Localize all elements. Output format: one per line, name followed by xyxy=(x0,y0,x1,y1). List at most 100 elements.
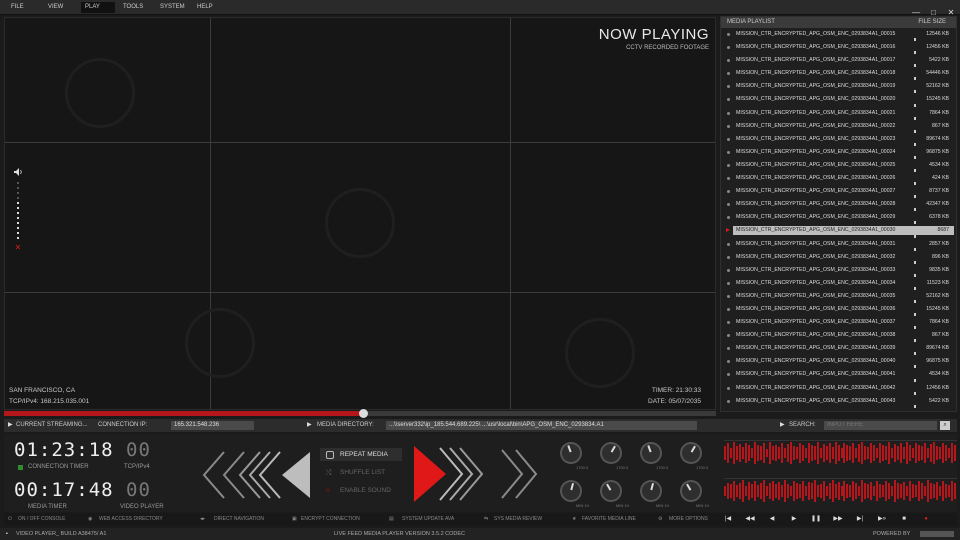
star-icon[interactable]: ★ xyxy=(572,513,576,526)
control-knob[interactable] xyxy=(595,437,627,469)
playlist-item[interactable]: MISSION_CTR_ENCRYPTED_APG_OSM_ENC_029383… xyxy=(721,120,956,133)
playlist-item[interactable]: MISSION_CTR_ENCRYPTED_APG_OSM_ENC_029383… xyxy=(721,93,956,107)
menu-play[interactable]: PLAY xyxy=(81,2,115,13)
menu-view[interactable]: VIEW xyxy=(44,2,67,13)
playlist-item[interactable]: MISSION_CTR_ENCRYPTED_APG_OSM_ENC_029383… xyxy=(721,342,956,356)
search-icon[interactable]: ⌕ xyxy=(940,421,950,430)
playlist-item[interactable]: MISSION_CTR_ENCRYPTED_APG_OSM_ENC_029383… xyxy=(721,303,956,317)
playlist-item[interactable]: MISSION_CTR_ENCRYPTED_APG_OSM_ENC_029383… xyxy=(721,146,956,159)
location-overlay: SAN FRANCISCO, CA TCP/IPv4: 168.215.035.… xyxy=(9,385,89,407)
play-button[interactable] xyxy=(412,444,562,504)
repeat-icon[interactable] xyxy=(326,451,334,459)
playlist-item[interactable]: MISSION_CTR_ENCRYPTED_APG_OSM_ENC_029383… xyxy=(721,159,956,173)
streaming-label: CURRENT STREAMING... xyxy=(16,422,88,428)
control-knob[interactable] xyxy=(595,475,627,507)
playlist-item[interactable]: MISSION_CTR_ENCRYPTED_APG_OSM_ENC_029383… xyxy=(721,107,956,120)
playlist-item[interactable]: MISSION_CTR_ENCRYPTED_APG_OSM_ENC_029383… xyxy=(721,185,956,199)
shuffle-list-option[interactable]: SHUFFLE LIST xyxy=(340,469,385,476)
playlist-item[interactable]: MISSION_CTR_ENCRYPTED_APG_OSM_ENC_029383… xyxy=(721,54,956,68)
directory-path-field[interactable]: ...\\server332\ip_185.544.689.225\ ...\u… xyxy=(386,421,697,430)
step-back-icon[interactable]: ◀ xyxy=(766,515,778,524)
fast-forward-icon[interactable]: ▶▶ xyxy=(832,515,844,524)
playlist-item[interactable]: MISSION_CTR_ENCRYPTED_APG_OSM_ENC_029383… xyxy=(721,264,956,277)
status-console[interactable]: ON / OFF CONSOLE xyxy=(18,513,66,526)
status-encrypt[interactable]: ENCRYPT CONNECTION xyxy=(301,513,360,526)
playlist-item[interactable]: MISSION_CTR_ENCRYPTED_APG_OSM_ENC_029383… xyxy=(721,368,956,382)
playlist-item-size: 12546 KB xyxy=(926,31,949,37)
playlist-item[interactable]: MISSION_CTR_ENCRYPTED_APG_OSM_ENC_029383… xyxy=(721,67,956,81)
fast-rewind-icon[interactable]: ◀◀ xyxy=(744,515,756,524)
status-review[interactable]: SYS MEDIA REVIEW xyxy=(494,513,542,526)
playlist-item[interactable]: MISSION_CTR_ENCRYPTED_APG_OSM_ENC_029383… xyxy=(721,198,956,212)
playlist-item[interactable]: MISSION_CTR_ENCRYPTED_APG_OSM_ENC_029383… xyxy=(721,172,956,186)
media-timer: 00:17:48 00 xyxy=(14,479,151,501)
skip-end-icon[interactable]: ▶| xyxy=(854,515,866,524)
waveform-bar xyxy=(873,445,876,461)
playlist-item[interactable]: MISSION_CTR_ENCRYPTED_APG_OSM_ENC_029383… xyxy=(721,133,956,146)
waveform-bar xyxy=(759,482,762,500)
playlist-rows: MISSION_CTR_ENCRYPTED_APG_OSM_ENC_029383… xyxy=(721,28,956,408)
seek-bar[interactable] xyxy=(4,409,716,418)
video-viewport[interactable]: NOW PLAYING CCTV RECORDED FOOTAGE ✕ SAN … xyxy=(4,17,716,410)
playlist-item[interactable]: MISSION_CTR_ENCRYPTED_APG_OSM_ENC_029383… xyxy=(721,80,956,94)
playlist-item[interactable]: MISSION_CTR_ENCRYPTED_APG_OSM_ENC_029383… xyxy=(721,277,956,290)
rewind-button[interactable] xyxy=(202,450,314,500)
playlist-item-size: 89674 KB xyxy=(926,345,949,352)
play-icon[interactable]: ▶ xyxy=(788,515,800,524)
control-knob[interactable] xyxy=(636,438,666,468)
status-update[interactable]: SYSTEM UPDATE AVA xyxy=(402,513,454,526)
record-icon[interactable]: ● xyxy=(920,515,932,524)
playlist-item-name: MISSION_CTR_ENCRYPTED_APG_OSM_ENC_029383… xyxy=(736,279,896,286)
playlist-item[interactable]: MISSION_CTR_ENCRYPTED_APG_OSM_ENC_029383… xyxy=(721,251,956,264)
enable-sound-option[interactable]: ENABLE SOUND xyxy=(340,487,391,494)
lock-icon[interactable]: ▣ xyxy=(292,513,297,526)
seek-handle[interactable] xyxy=(358,409,368,418)
connection-ip-field[interactable]: 165.321.548.236 xyxy=(171,421,254,430)
status-more-options[interactable]: MORE OPTIONS xyxy=(669,513,708,526)
waveform-bar xyxy=(879,483,882,499)
next-frame-icon[interactable]: ▶» xyxy=(876,515,888,524)
playlist-item[interactable]: MISSION_CTR_ENCRYPTED_APG_OSM_ENC_029383… xyxy=(721,224,956,238)
waveform-bar xyxy=(789,485,792,497)
menu-tools[interactable]: TOOLS xyxy=(119,2,147,13)
playlist-item[interactable]: MISSION_CTR_ENCRYPTED_APG_OSM_ENC_029383… xyxy=(721,329,956,343)
status-favorite[interactable]: FAVORITE MEDIA LINE xyxy=(582,513,636,526)
search-label: SEARCH: xyxy=(789,422,816,428)
control-knob[interactable] xyxy=(675,437,707,469)
review-icon[interactable]: ⇆ xyxy=(484,513,488,526)
search-input[interactable] xyxy=(824,421,937,430)
playlist-item-size: 5422 KB xyxy=(929,397,949,404)
sound-icon[interactable]: ◉ xyxy=(325,486,331,494)
playlist-item[interactable]: MISSION_CTR_ENCRYPTED_APG_OSM_ENC_029383… xyxy=(721,316,956,330)
waveform-bar xyxy=(831,447,834,459)
update-icon[interactable]: ▤ xyxy=(389,513,394,526)
playlist-item[interactable]: MISSION_CTR_ENCRYPTED_APG_OSM_ENC_029383… xyxy=(721,290,956,303)
options-icon[interactable]: ⚙ xyxy=(658,513,662,526)
playlist-item[interactable]: MISSION_CTR_ENCRYPTED_APG_OSM_ENC_029383… xyxy=(721,395,956,408)
mute-icon[interactable]: ✕ xyxy=(13,243,23,252)
waveform-bar xyxy=(891,448,894,458)
control-knob[interactable] xyxy=(637,477,665,505)
playlist-item[interactable]: MISSION_CTR_ENCRYPTED_APG_OSM_ENC_029383… xyxy=(721,41,956,55)
playlist-item[interactable]: MISSION_CTR_ENCRYPTED_APG_OSM_ENC_029383… xyxy=(721,238,956,251)
skip-start-icon[interactable]: |◀ xyxy=(722,515,734,524)
repeat-media-option[interactable]: REPEAT MEDIA xyxy=(340,451,388,458)
stop-icon[interactable]: ■ xyxy=(898,515,910,524)
menu-system[interactable]: SYSTEM xyxy=(156,2,189,13)
status-web-icon[interactable]: ◉ xyxy=(88,513,92,526)
status-nav-icon[interactable]: ◂▸ xyxy=(200,513,205,526)
playlist-item[interactable]: MISSION_CTR_ENCRYPTED_APG_OSM_ENC_029383… xyxy=(721,382,956,395)
control-knob[interactable] xyxy=(675,475,707,507)
playlist-item[interactable]: MISSION_CTR_ENCRYPTED_APG_OSM_ENC_029383… xyxy=(721,28,956,42)
menu-file[interactable]: FILE xyxy=(7,2,28,13)
status-console-icon[interactable]: ⏻ xyxy=(8,513,12,526)
playlist-item[interactable]: MISSION_CTR_ENCRYPTED_APG_OSM_ENC_029383… xyxy=(721,211,956,225)
pause-icon[interactable]: ❚❚ xyxy=(810,515,822,524)
menu-help[interactable]: HELP xyxy=(193,2,217,13)
playlist-item[interactable]: MISSION_CTR_ENCRYPTED_APG_OSM_ENC_029383… xyxy=(721,355,956,369)
volume-slider[interactable]: ✕ xyxy=(13,168,23,252)
shuffle-icon[interactable]: ⤨ xyxy=(325,468,331,478)
speaker-icon[interactable] xyxy=(13,168,23,176)
status-web-access[interactable]: WEB ACCESS DIRECTORY xyxy=(99,513,163,526)
status-direct-nav[interactable]: DIRECT NAVIGATION xyxy=(214,513,264,526)
